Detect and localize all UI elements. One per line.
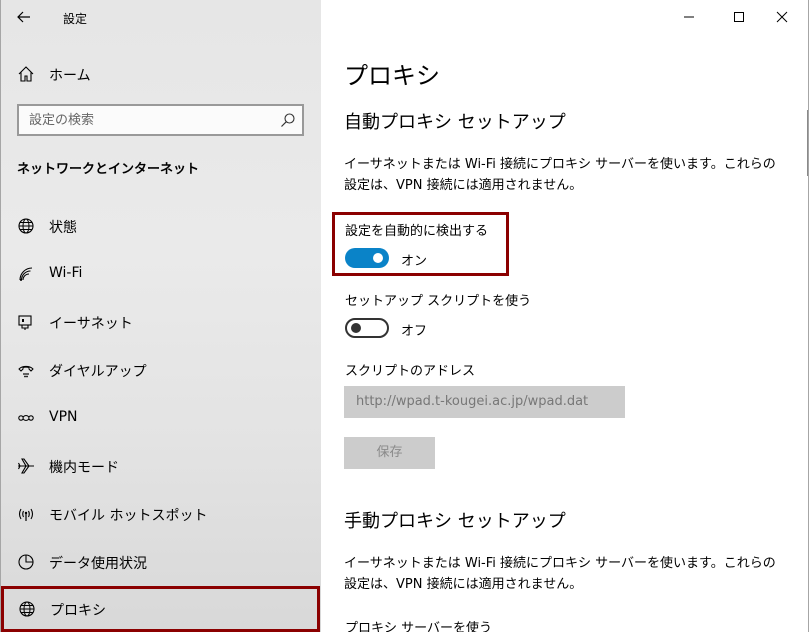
use-proxy-label: プロキシ サーバーを使う (345, 621, 493, 632)
toggle-knob (351, 323, 361, 333)
sidebar-item-airplane[interactable]: 機内モード (0, 443, 321, 489)
vpn-icon (18, 415, 34, 421)
setup-script-toggle[interactable] (345, 318, 389, 338)
sidebar-item-proxy[interactable]: プロキシ (1, 586, 320, 632)
sidebar-item-label: ダイヤルアップ (49, 364, 147, 380)
app-title: 設定 (63, 12, 88, 26)
close-button[interactable] (759, 0, 805, 34)
sidebar-item-label: データ使用状況 (49, 556, 147, 572)
sidebar-item-label: イーサネット (49, 316, 133, 332)
close-icon (776, 11, 788, 23)
globe-status-icon (18, 218, 34, 234)
sidebar-item-label: 状態 (49, 220, 77, 236)
manual-proxy-section-title: 手動プロキシ セットアップ (344, 511, 566, 532)
sidebar-item-hotspot[interactable]: モバイル ホットスポット (0, 491, 321, 537)
sidebar: 設定 ホーム ネットワークとインターネット 状態 Wi-Fi イーサネット ダイ… (0, 0, 321, 632)
sidebar-item-dialup[interactable]: ダイヤルアップ (0, 347, 321, 393)
auto-detect-state: オン (401, 254, 428, 269)
maximize-icon (734, 12, 744, 22)
maximize-button[interactable] (716, 0, 762, 34)
sidebar-item-wifi[interactable]: Wi-Fi (0, 251, 321, 297)
section-title: ネットワークとインターネット (17, 162, 200, 177)
sidebar-item-label: Wi-Fi (49, 265, 83, 281)
back-arrow-icon (17, 11, 30, 23)
search-box (17, 104, 304, 136)
setup-script-label: セットアップ スクリプトを使う (345, 294, 532, 309)
page-title: プロキシ (344, 62, 440, 90)
script-address-input[interactable]: http://wpad.t-kougei.ac.jp/wpad.dat (344, 386, 625, 418)
manual-proxy-description: イーサネットまたは Wi-Fi 接続にプロキシ サーバーを使います。これらの設定… (344, 556, 776, 592)
hotspot-icon (18, 508, 34, 521)
auto-proxy-section-title: 自動プロキシ セットアップ (344, 112, 566, 133)
ethernet-icon (18, 315, 32, 330)
sidebar-item-ethernet[interactable]: イーサネット (0, 299, 321, 345)
auto-detect-label: 設定を自動的に検出する (345, 224, 489, 239)
main-content: プロキシ 自動プロキシ セットアップ イーサネットまたは Wi-Fi 接続にプロ… (321, 0, 809, 632)
sidebar-item-label: VPN (49, 409, 78, 425)
toggle-knob (373, 253, 383, 263)
save-button[interactable]: 保存 (344, 437, 435, 469)
sidebar-item-label: プロキシ (50, 603, 106, 619)
airplane-icon (18, 458, 34, 474)
sidebar-item-label: 機内モード (49, 460, 119, 476)
script-address-label: スクリプトのアドレス (345, 364, 476, 379)
wifi-icon (19, 267, 33, 281)
sidebar-item-label: ホーム (49, 68, 91, 84)
home-icon (18, 66, 34, 82)
search-icon[interactable] (280, 112, 296, 128)
data-usage-icon (18, 554, 34, 570)
auto-proxy-description: イーサネットまたは Wi-Fi 接続にプロキシ サーバーを使います。これらの設定… (344, 157, 776, 193)
dialup-icon (18, 365, 34, 378)
sidebar-item-home[interactable]: ホーム (0, 56, 321, 92)
auto-detect-toggle[interactable] (345, 248, 389, 268)
sidebar-item-data-usage[interactable]: データ使用状況 (0, 539, 321, 585)
minimize-button[interactable] (666, 0, 712, 34)
sidebar-item-status[interactable]: 状態 (0, 203, 321, 249)
back-button[interactable] (12, 6, 36, 28)
titlebar-left: 設定 (0, 0, 321, 34)
setup-script-state: オフ (401, 324, 428, 339)
sidebar-item-vpn[interactable]: VPN (0, 395, 321, 441)
globe-icon (19, 601, 35, 617)
sidebar-item-label: モバイル ホットスポット (49, 508, 208, 524)
search-input[interactable] (19, 106, 269, 134)
minimize-icon (684, 16, 694, 18)
